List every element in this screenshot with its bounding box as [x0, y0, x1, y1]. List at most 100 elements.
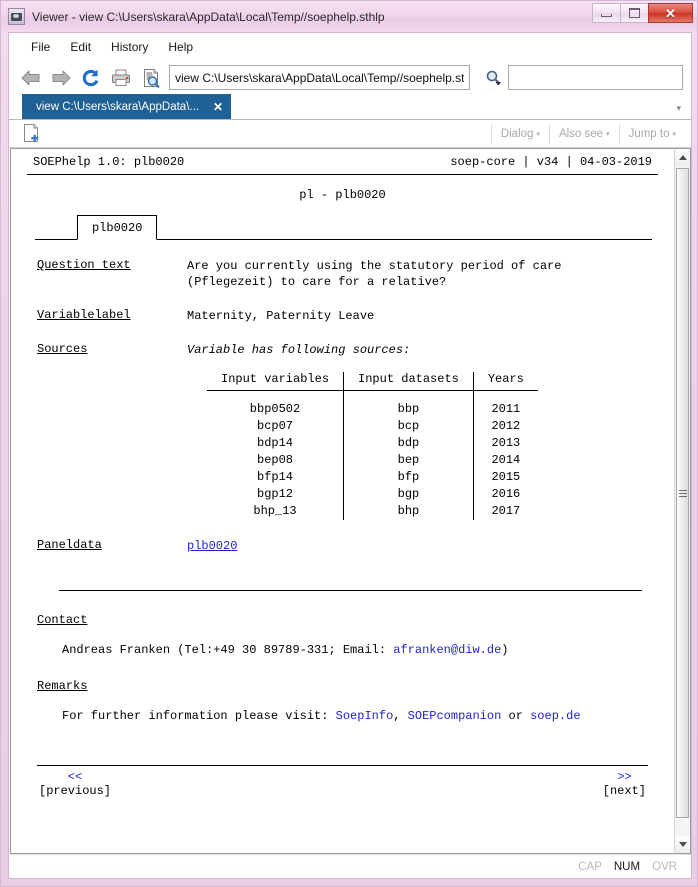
chevron-down-icon[interactable]: ▾ — [676, 103, 681, 114]
scroll-up-arrow-icon — [678, 155, 687, 160]
remarks-text-before: For further information please visit: — [62, 709, 336, 723]
scrollbar-grip-icon — [678, 488, 687, 499]
field-label: Question text — [37, 258, 131, 272]
remarks-body: For further information please visit: So… — [27, 709, 658, 723]
previous-nav[interactable]: << [previous] — [39, 770, 111, 798]
search-magnifier-icon[interactable] — [480, 64, 508, 91]
window-controls: ✕ — [592, 3, 693, 23]
menu-help[interactable]: Help — [158, 37, 203, 57]
cell-year: 2011 — [491, 402, 521, 416]
cell-input-variable: bhp_13 — [207, 503, 345, 520]
find-in-document-button[interactable] — [137, 64, 165, 91]
contact-text-after: ) — [501, 643, 509, 657]
field-value: Maternity, Paternity Leave — [187, 309, 375, 323]
refresh-button[interactable] — [77, 64, 105, 91]
section-divider — [59, 590, 642, 591]
field-question-text: Question text Are you currently using th… — [27, 258, 658, 290]
scroll-up-button[interactable] — [675, 149, 690, 166]
new-document-icon[interactable] — [21, 123, 43, 145]
question-line-1: Are you currently using the statutory pe… — [187, 259, 562, 273]
dialog-menu-label: Dialog — [500, 127, 534, 140]
col-input-datasets: Input datasets — [343, 372, 474, 391]
window-title: Viewer - view C:\Users\skara\AppData\Loc… — [32, 9, 385, 24]
toolbar — [9, 61, 691, 94]
cell-input-dataset: bbp — [343, 390, 474, 418]
status-num: NUM — [613, 860, 641, 873]
jump-to-menu-button[interactable]: Jump to ▾ — [618, 123, 685, 144]
remarks-sep-2: or — [501, 709, 531, 723]
contact-heading: Contact — [37, 613, 88, 627]
question-line-2: (Pflegezeit) to care for a relative? — [187, 275, 447, 289]
jump-to-menu-label: Jump to — [628, 127, 670, 140]
tab-soephelp[interactable]: view C:\Users\skara\AppData\... ✕ — [22, 94, 232, 119]
navigation-row: << [previous] >> [next] — [27, 766, 658, 798]
search-input[interactable] — [508, 65, 683, 90]
status-cap: CAP — [578, 860, 602, 873]
soepinfo-link[interactable]: SoepInfo — [336, 709, 394, 723]
soepde-link[interactable]: soep.de — [530, 709, 580, 723]
back-button[interactable] — [17, 64, 45, 91]
search-area — [480, 64, 683, 91]
field-value: Variable has following sources: — [187, 343, 411, 357]
scroll-down-button[interactable] — [675, 836, 690, 853]
scrollbar-thumb[interactable] — [676, 168, 689, 818]
subtab-label: plb0020 — [92, 220, 143, 235]
help-header-right: soep-core | v34 | 04-03-2019 — [450, 155, 652, 169]
cell-input-variable: bdp14 — [207, 435, 345, 452]
field-sources: Sources Variable has following sources: — [27, 342, 658, 358]
table-row: bdp14 bdp 2013 — [207, 435, 538, 452]
table-row: bhp_13 bhp 2017 — [207, 503, 538, 520]
field-label: Paneldata — [37, 538, 102, 552]
next-nav[interactable]: >> [next] — [603, 770, 646, 798]
close-icon: ✕ — [665, 5, 676, 21]
help-header-left: SOEPhelp 1.0: plb0020 — [33, 155, 185, 169]
cell-input-dataset: bcp — [343, 418, 474, 435]
document-area: SOEPhelp 1.0: plb0020 soep-core | v34 | … — [9, 148, 691, 854]
maximize-button[interactable] — [620, 3, 649, 23]
soepcompanion-link[interactable]: SOEPcompanion — [408, 709, 502, 723]
also-see-menu-button[interactable]: Also see ▾ — [548, 123, 619, 144]
minimize-button[interactable] — [592, 3, 621, 23]
table-row: bep08 bep 2014 — [207, 452, 538, 469]
contact-email-link[interactable]: afranken@diw.de — [393, 643, 501, 657]
dialog-menu-button[interactable]: Dialog ▾ — [490, 123, 549, 144]
menu-history[interactable]: History — [101, 37, 158, 57]
tab-close-icon[interactable]: ✕ — [213, 100, 223, 114]
menu-file[interactable]: File — [21, 37, 60, 57]
tab-strip: view C:\Users\skara\AppData\... ✕ ▾ — [9, 94, 691, 120]
table-row: bfp14 bfp 2015 — [207, 469, 538, 486]
col-input-variables: Input variables — [207, 372, 345, 391]
paneldata-link[interactable]: plb0020 — [187, 539, 237, 553]
chevron-down-icon: ▾ — [672, 130, 676, 138]
scrollbar-track[interactable] — [675, 166, 690, 836]
chevron-down-icon: ▾ — [606, 130, 610, 138]
field-paneldata: Paneldata plb0020 — [27, 538, 658, 554]
field-value: Are you currently using the statutory pe… — [187, 258, 561, 290]
field-variablelabel: Variablelabel Maternity, Paternity Leave — [27, 308, 658, 324]
status-ovr: OVR — [652, 860, 677, 873]
cell-input-variable: bgp12 — [207, 486, 345, 503]
close-button[interactable]: ✕ — [648, 3, 693, 23]
document-header-row: SOEPhelp 1.0: plb0020 soep-core | v34 | … — [27, 155, 658, 169]
previous-arrows-icon: << — [67, 770, 83, 784]
contact-body: Andreas Franken (Tel:+49 30 89789-331; E… — [27, 643, 658, 657]
col-years: Years — [473, 372, 538, 391]
print-button[interactable] — [107, 64, 135, 91]
maximize-icon — [629, 8, 640, 18]
forward-button[interactable] — [47, 64, 75, 91]
cell-year: 2017 — [491, 504, 521, 518]
scroll-down-arrow-icon — [678, 842, 687, 847]
cell-input-variable: bfp14 — [207, 469, 345, 486]
viewer-window: Viewer - view C:\Users\skara\AppData\Loc… — [0, 0, 698, 887]
vertical-scrollbar[interactable] — [674, 148, 691, 854]
document-content: SOEPhelp 1.0: plb0020 soep-core | v34 | … — [10, 148, 674, 854]
menu-edit[interactable]: Edit — [60, 37, 101, 57]
status-bar: CAP NUM OVR — [9, 854, 691, 878]
cell-year: 2012 — [491, 419, 521, 433]
table-row: bbp0502 bbp 2011 — [207, 390, 538, 418]
subtab-plb0020[interactable]: plb0020 — [77, 215, 158, 240]
cell-input-dataset: bdp — [343, 435, 474, 452]
next-arrows-icon: >> — [617, 770, 632, 784]
address-input[interactable] — [169, 65, 470, 90]
cell-year: 2014 — [491, 453, 521, 467]
